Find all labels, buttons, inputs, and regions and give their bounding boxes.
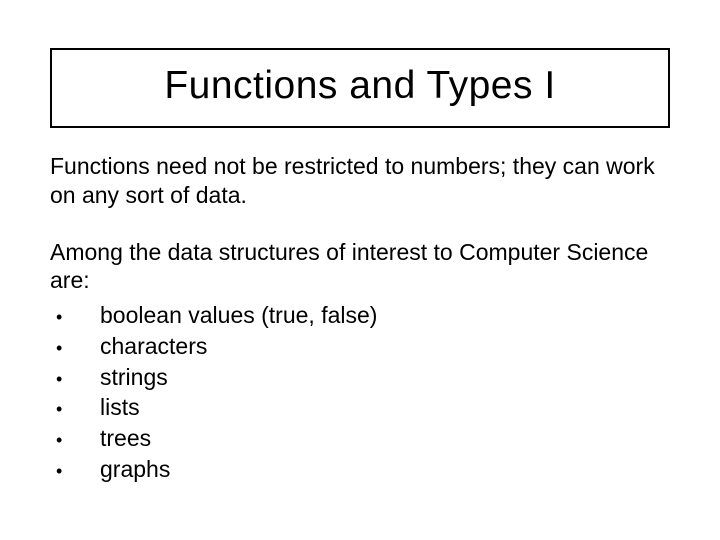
title-box: Functions and Types I: [50, 48, 670, 128]
list-item: • characters: [50, 332, 670, 361]
list-item-label: lists: [100, 393, 670, 422]
list-item: • trees: [50, 424, 670, 453]
list-item: • strings: [50, 363, 670, 392]
list-item-label: boolean values (true, false): [100, 301, 670, 330]
bullet-icon: •: [50, 308, 100, 326]
bullet-icon: •: [50, 339, 100, 357]
bullet-list: • boolean values (true, false) • charact…: [50, 301, 670, 484]
bullet-icon: •: [50, 431, 100, 449]
list-item: • boolean values (true, false): [50, 301, 670, 330]
list-item-label: characters: [100, 332, 670, 361]
bullet-icon: •: [50, 462, 100, 480]
paragraph-2: Among the data structures of interest to…: [50, 238, 670, 296]
bullet-icon: •: [50, 370, 100, 388]
paragraph-1: Functions need not be restricted to numb…: [50, 152, 670, 210]
list-item-label: strings: [100, 363, 670, 392]
bullet-icon: •: [50, 400, 100, 418]
list-item-label: graphs: [100, 455, 670, 484]
list-item-label: trees: [100, 424, 670, 453]
list-item: • graphs: [50, 455, 670, 484]
list-item: • lists: [50, 393, 670, 422]
slide: Functions and Types I Functions need not…: [0, 0, 720, 540]
slide-body: Functions need not be restricted to numb…: [50, 152, 670, 484]
slide-title: Functions and Types I: [72, 64, 648, 108]
